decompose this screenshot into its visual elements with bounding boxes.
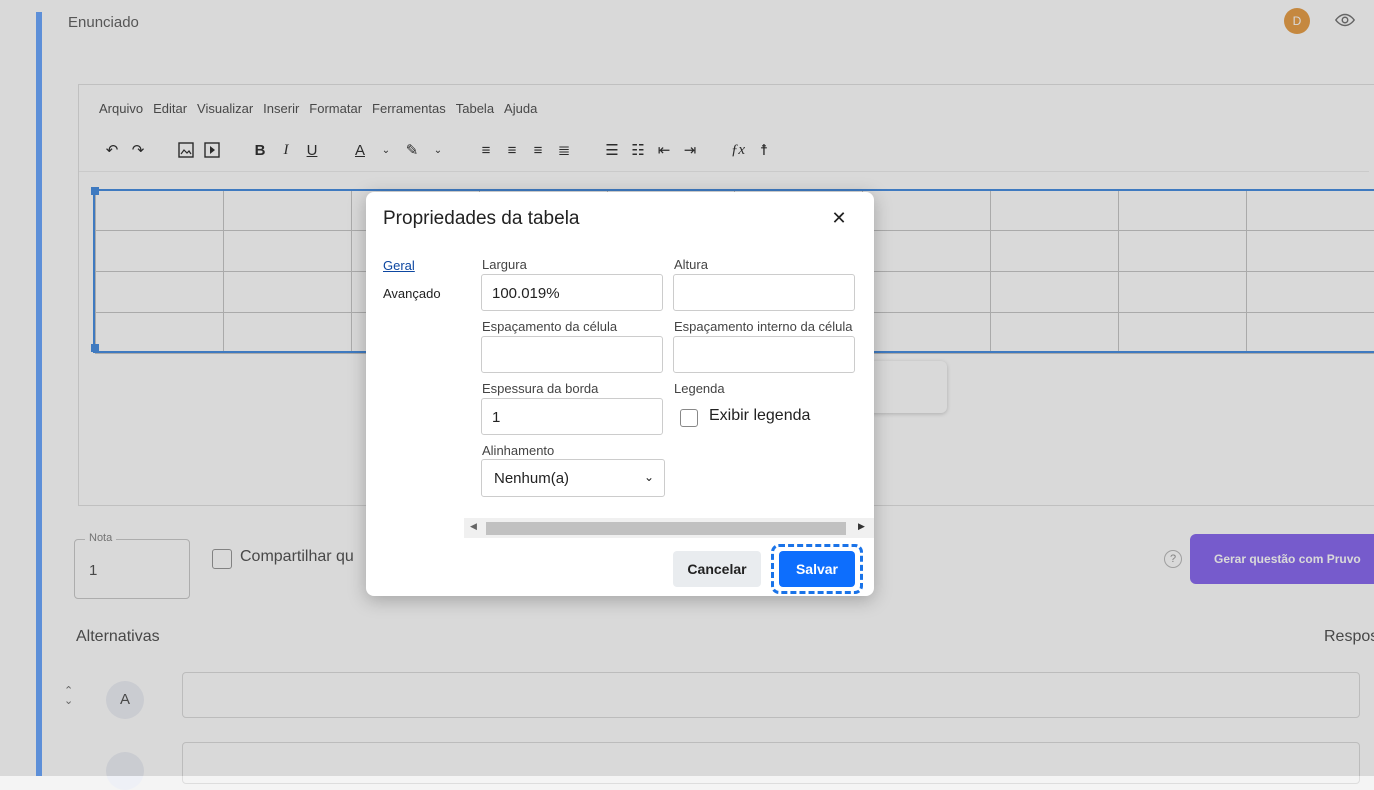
- espessura-borda-input[interactable]: 1: [481, 398, 663, 435]
- exibir-legenda-checkbox[interactable]: [680, 409, 698, 427]
- altura-label: Altura: [674, 257, 708, 272]
- alinhamento-select[interactable]: Nenhum(a) ⌄: [481, 459, 665, 497]
- espacamento-celula-label: Espaçamento da célula: [482, 319, 618, 334]
- scroll-left-icon[interactable]: ◀: [470, 521, 477, 532]
- espacamento-interno-label: Espaçamento interno da célula: [674, 319, 853, 334]
- cancel-button[interactable]: Cancelar: [673, 551, 761, 587]
- scroll-right-icon[interactable]: ▶: [858, 521, 865, 532]
- dialog-title: Propriedades da tabela: [383, 208, 580, 229]
- legenda-label: Legenda: [674, 381, 725, 396]
- close-icon[interactable]: ✕: [828, 208, 850, 230]
- tab-avancado[interactable]: Avançado: [383, 286, 441, 301]
- chevron-down-icon: ⌄: [643, 470, 654, 484]
- exibir-legenda-label: Exibir legenda: [709, 407, 811, 424]
- espacamento-celula-input[interactable]: [481, 336, 663, 373]
- horizontal-scrollbar[interactable]: ◀ ▶: [464, 518, 874, 538]
- alinhamento-label: Alinhamento: [482, 443, 555, 458]
- espessura-borda-label: Espessura da borda: [482, 381, 599, 396]
- altura-input[interactable]: [673, 274, 855, 311]
- tab-geral[interactable]: Geral: [383, 258, 415, 273]
- alinhamento-value: Nenhum(a): [494, 470, 570, 487]
- save-button[interactable]: Salvar: [779, 551, 855, 587]
- largura-input[interactable]: 100.019%: [481, 274, 663, 311]
- scrollbar-thumb[interactable]: [486, 522, 846, 535]
- table-properties-dialog: Propriedades da tabela ✕ Geral Avançado …: [366, 192, 874, 596]
- espacamento-interno-input[interactable]: [673, 336, 855, 373]
- largura-label: Largura: [482, 257, 527, 272]
